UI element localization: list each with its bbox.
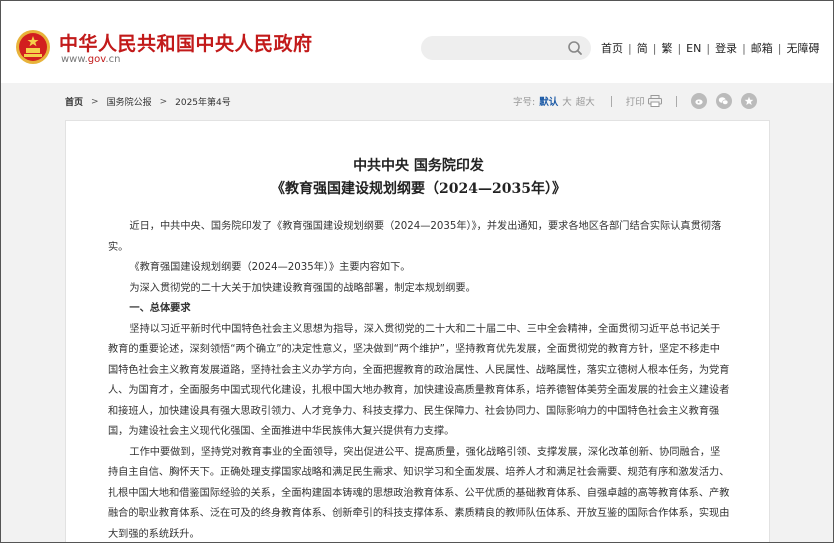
- article-body: 近日，中共中央、国务院印发了《教育强国建设规划纲要（2024—2035年）》，并…: [108, 217, 730, 543]
- traditional-chinese-link[interactable]: 繁: [661, 40, 672, 56]
- breadcrumb: 首页 > 国务院公报 > 2025年第4号: [65, 95, 231, 109]
- font-size-label: 字号:: [513, 97, 536, 108]
- print-label: 打印: [625, 97, 645, 108]
- section-heading: 一、总体要求: [129, 303, 191, 314]
- chevron-right-icon: >: [91, 96, 99, 107]
- font-size-large[interactable]: 大: [562, 94, 572, 108]
- breadcrumb-issue[interactable]: 2025年第4号: [175, 95, 231, 108]
- article-tools: 字号: 默认 大 超大 打印: [513, 93, 766, 109]
- national-emblem-icon[interactable]: [15, 29, 51, 65]
- article-paragraph: 工作中要做到，坚持党对教育事业的全面领导，突出促进公平、提高质量，强化战略引领、…: [108, 446, 730, 540]
- article-title-line1: 中共中央 国务院印发: [353, 158, 484, 174]
- mailbox-link[interactable]: 邮箱: [751, 40, 773, 56]
- separator: |: [677, 41, 682, 55]
- article-card: 中共中央 国务院印发 《教育强国建设规划纲要（2024—2035年）》 近日，中…: [65, 120, 770, 543]
- site-url-brand: gov: [87, 54, 106, 65]
- separator: |: [628, 41, 632, 55]
- breadcrumb-bar: 首页 > 国务院公报 > 2025年第4号 字号: 默认 大 超大 打印: [1, 84, 833, 120]
- search-icon[interactable]: [567, 40, 583, 56]
- article-paragraph: 《教育强国建设规划纲要（2024—2035年）》主要内容如下。: [129, 262, 411, 273]
- article-paragraph: 近日，中共中央、国务院印发了《教育强国建设规划纲要（2024—2035年）》，并…: [108, 221, 722, 253]
- login-link[interactable]: 登录: [715, 40, 737, 56]
- separator: |: [706, 41, 711, 55]
- top-links: 首页 | 简 | 繁 | EN | 登录 | 邮箱 | 无障碍: [601, 40, 820, 56]
- chevron-right-icon: >: [159, 96, 168, 107]
- divider: [610, 95, 612, 107]
- site-url-suffix: .cn: [105, 54, 121, 65]
- print-button[interactable]: 打印: [626, 94, 662, 108]
- wechat-icon[interactable]: [715, 93, 732, 109]
- divider: [675, 95, 677, 107]
- home-link[interactable]: 首页: [601, 40, 623, 56]
- english-link[interactable]: EN: [686, 42, 701, 55]
- separator: |: [742, 41, 746, 55]
- search-input[interactable]: [431, 39, 567, 57]
- site-url-prefix: www.: [61, 54, 88, 65]
- favorite-icon[interactable]: [740, 93, 757, 109]
- site-url: www.gov.cn: [61, 54, 120, 65]
- printer-icon: [647, 95, 662, 107]
- site-title[interactable]: 中华人民共和国中央人民政府: [59, 29, 313, 56]
- accessibility-link[interactable]: 无障碍: [787, 40, 820, 56]
- simplified-chinese-link[interactable]: 简: [637, 40, 648, 56]
- breadcrumb-home[interactable]: 首页: [65, 95, 83, 108]
- separator: |: [652, 41, 657, 55]
- article-title-line2: 《教育强国建设规划纲要（2024—2035年）》: [271, 181, 566, 197]
- breadcrumb-gazette[interactable]: 国务院公报: [107, 95, 152, 108]
- font-size-xlarge[interactable]: 超大: [576, 94, 595, 108]
- weibo-icon[interactable]: [690, 93, 707, 109]
- site-header: 中华人民共和国中央人民政府 www.gov.cn 首页 | 简 | 繁 | EN…: [1, 1, 833, 83]
- article-paragraph: 为深入贯彻党的二十大关于加快建设教育强国的战略部署，制定本规划纲要。: [129, 282, 476, 294]
- font-size-default[interactable]: 默认: [539, 94, 558, 108]
- article-paragraph: 坚持以习近平新时代中国特色社会主义思想为指导，深入贯彻党的二十大和二十届二中、三…: [108, 323, 730, 438]
- separator: |: [777, 41, 782, 55]
- search-box: [421, 36, 591, 60]
